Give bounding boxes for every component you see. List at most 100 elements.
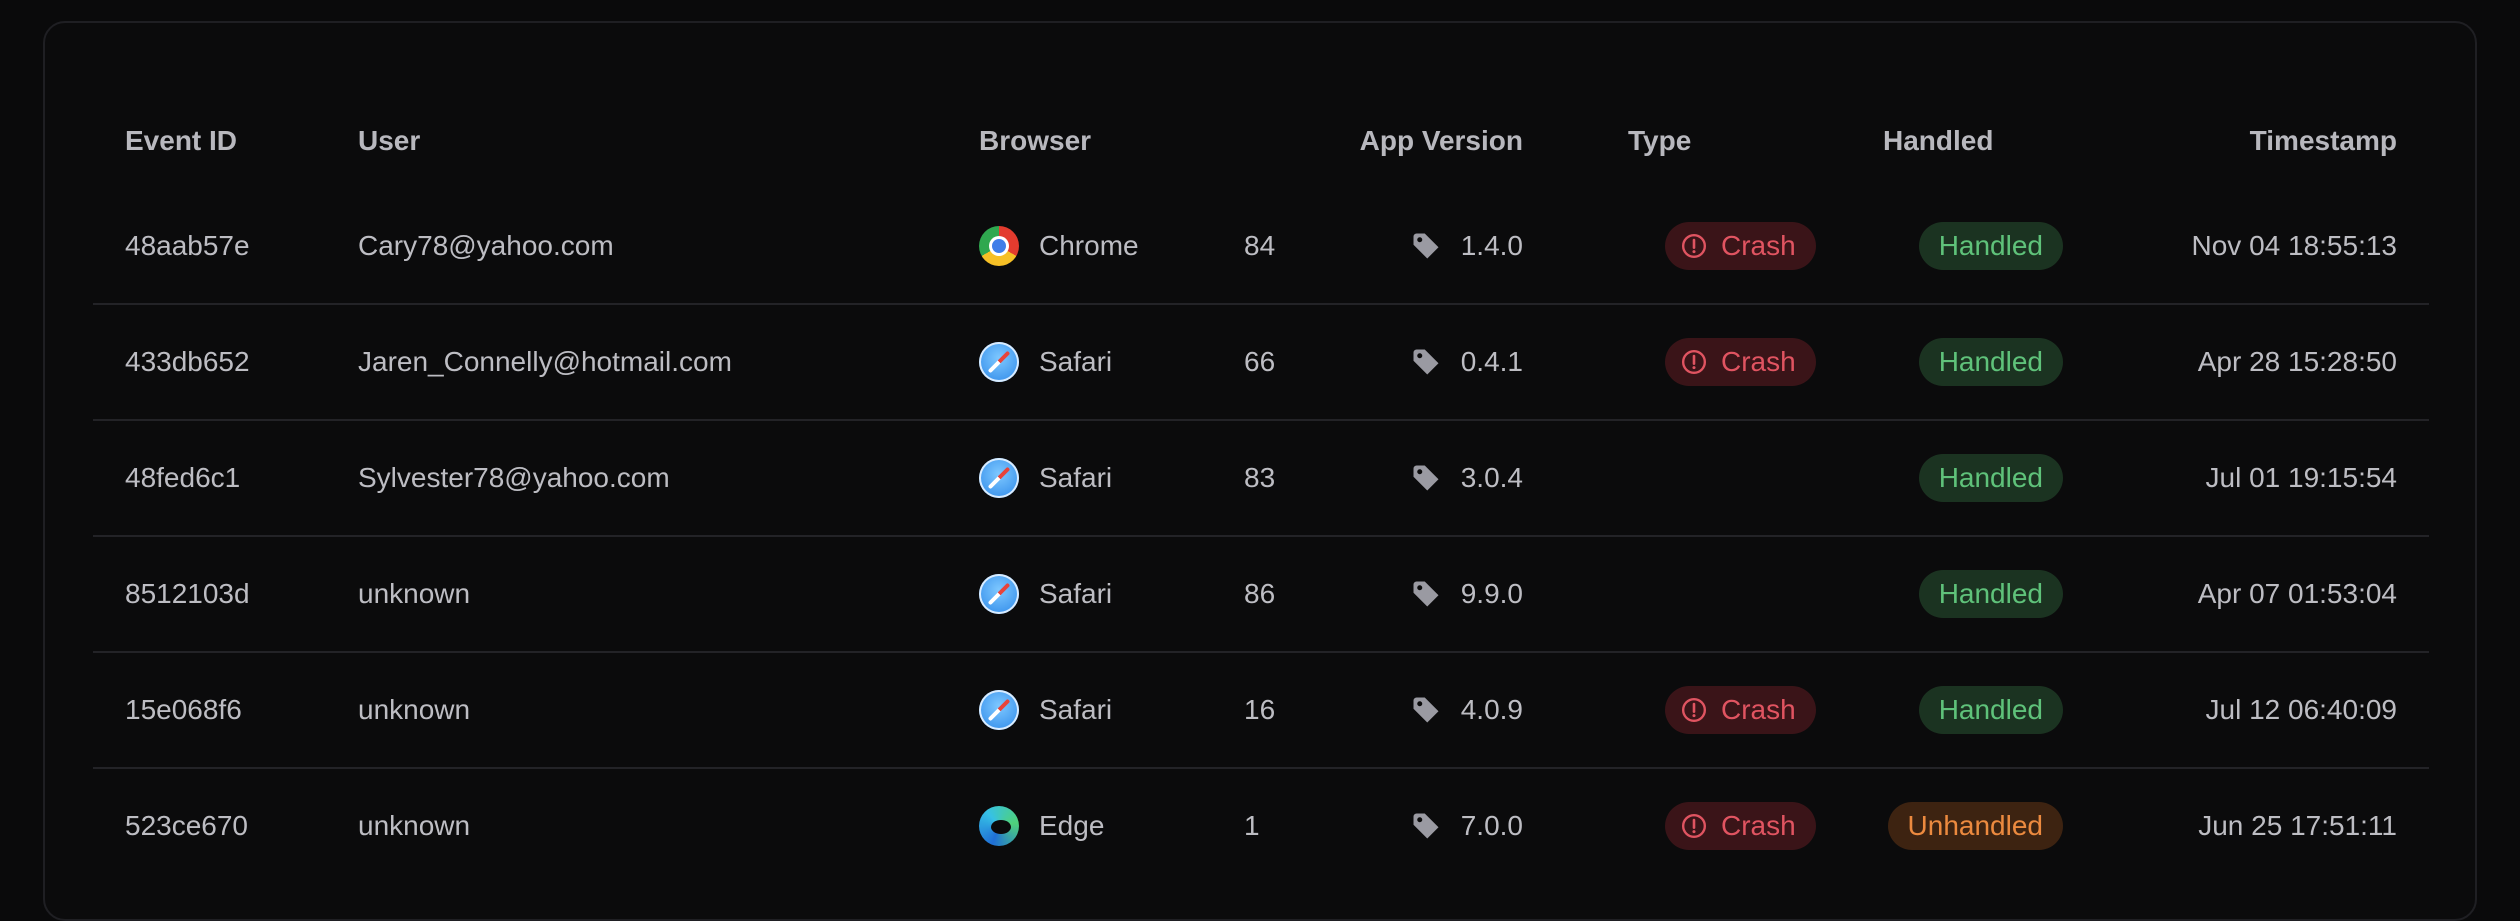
timestamp: Jul 12 06:40:09 [2205, 694, 2398, 725]
event-id-cell[interactable]: 48fed6c1 [125, 421, 240, 535]
event-id[interactable]: 48aab57e [125, 230, 250, 262]
app-version: 1.4.0 [1460, 230, 1523, 261]
safari-icon [979, 690, 1019, 730]
handled-badge: Handled [1918, 686, 2063, 734]
browser-version-cell: 1 [1244, 769, 1260, 883]
event-id[interactable]: 433db652 [125, 346, 250, 378]
event-id[interactable]: 48fed6c1 [125, 462, 240, 494]
handled-cell: Handled [1918, 189, 2063, 303]
browser-version: 1 [1244, 810, 1260, 841]
type-cell: Crash [1665, 769, 1816, 883]
event-id[interactable]: 8512103d [125, 578, 250, 610]
header-event-id[interactable]: Event ID [125, 93, 237, 189]
app-version: 4.0.9 [1460, 694, 1523, 725]
browser-cell: Safari [979, 305, 1112, 419]
browser-cell: Safari [979, 653, 1112, 767]
table-row[interactable]: 15e068f6 unknown Safari 16 4.0.9 Crash H… [93, 651, 2429, 767]
type-label: Crash [1721, 230, 1796, 261]
app-version-cell: 1.4.0 [1411, 189, 1523, 303]
browser-version-cell: 16 [1244, 653, 1275, 767]
user-email: unknown [358, 810, 471, 841]
alert-circle-icon [1681, 233, 1707, 259]
safari-icon [979, 574, 1019, 614]
header-handled[interactable]: Handled [1883, 93, 1993, 189]
user-email: Cary78@yahoo.com [358, 230, 614, 261]
user-cell: Cary78@yahoo.com [358, 189, 614, 303]
events-card: Event ID User Browser App Version Type H… [43, 21, 2477, 921]
crash-badge: Crash [1665, 338, 1816, 386]
app-version-cell: 7.0.0 [1411, 769, 1523, 883]
table-row[interactable]: 433db652 Jaren_Connelly@hotmail.com Safa… [93, 303, 2429, 419]
timestamp: Jul 01 19:15:54 [2205, 462, 2398, 493]
browser-cell: Safari [979, 537, 1112, 651]
tag-icon [1413, 465, 1439, 491]
timestamp-cell: Apr 28 15:28:50 [2198, 305, 2397, 419]
user-cell: unknown [358, 769, 470, 883]
header-user[interactable]: User [358, 93, 420, 189]
type-cell: Crash [1665, 189, 1816, 303]
chrome-icon [979, 226, 1019, 266]
crash-badge: Crash [1665, 686, 1816, 734]
user-cell: unknown [358, 537, 470, 651]
tag-icon [1413, 233, 1439, 259]
table-row[interactable]: 8512103d unknown Safari 86 9.9.0 Handled… [93, 535, 2429, 651]
type-label: Crash [1721, 694, 1796, 725]
app-version: 0.4.1 [1460, 346, 1523, 377]
header-app-version[interactable]: App Version [1360, 93, 1523, 189]
header-browser[interactable]: Browser [979, 93, 1091, 189]
handled-cell: Handled [1918, 537, 2063, 651]
handled-cell: Unhandled [1887, 769, 2063, 883]
tag-icon [1413, 581, 1439, 607]
crash-badge: Crash [1665, 222, 1816, 270]
header-type[interactable]: Type [1628, 93, 1691, 189]
type-cell: Crash [1665, 305, 1816, 419]
timestamp: Jun 25 17:51:11 [2198, 810, 2397, 841]
alert-circle-icon [1681, 813, 1707, 839]
app-version: 3.0.4 [1460, 462, 1523, 493]
event-id-cell[interactable]: 433db652 [125, 305, 250, 419]
event-id[interactable]: 15e068f6 [125, 694, 242, 726]
user-email: Sylvester78@yahoo.com [358, 462, 670, 493]
timestamp-cell: Jul 12 06:40:09 [2206, 653, 2398, 767]
handled-cell: Handled [1918, 653, 2063, 767]
timestamp-cell: Nov 04 18:55:13 [2192, 189, 2398, 303]
user-email: unknown [358, 578, 471, 609]
table-row[interactable]: 523ce670 unknown Edge 1 7.0.0 Crash Unha… [93, 767, 2429, 883]
browser-name: Safari [1039, 346, 1113, 377]
browser-version-cell: 86 [1244, 537, 1275, 651]
event-id-cell[interactable]: 15e068f6 [125, 653, 242, 767]
browser-name: Chrome [1039, 230, 1139, 261]
table-row[interactable]: 48fed6c1 Sylvester78@yahoo.com Safari 83… [93, 419, 2429, 535]
event-id-cell[interactable]: 523ce670 [125, 769, 248, 883]
type-cell: Crash [1665, 653, 1816, 767]
browser-name: Edge [1039, 810, 1105, 841]
browser-cell: Edge [979, 769, 1104, 883]
alert-circle-icon [1681, 349, 1707, 375]
browser-cell: Chrome [979, 189, 1139, 303]
browser-version: 84 [1244, 230, 1276, 261]
browser-name: Safari [1039, 462, 1113, 493]
app-version-cell: 4.0.9 [1411, 653, 1523, 767]
timestamp-cell: Jul 01 19:15:54 [2206, 421, 2398, 535]
handled-badge: Handled [1918, 454, 2063, 502]
app-version-cell: 0.4.1 [1411, 305, 1523, 419]
timestamp: Apr 28 15:28:50 [2197, 346, 2397, 377]
type-label: Crash [1721, 810, 1796, 841]
event-id-cell[interactable]: 8512103d [125, 537, 250, 651]
event-id-cell[interactable]: 48aab57e [125, 189, 250, 303]
user-email: unknown [358, 694, 471, 725]
alert-circle-icon [1681, 697, 1707, 723]
safari-icon [979, 342, 1019, 382]
browser-version-cell: 83 [1244, 421, 1275, 535]
user-cell: unknown [358, 653, 470, 767]
table-row[interactable]: 48aab57e Cary78@yahoo.com Chrome 84 1.4.… [93, 189, 2429, 303]
table-header: Event ID User Browser App Version Type H… [93, 93, 2429, 189]
app-version: 7.0.0 [1460, 810, 1523, 841]
event-id[interactable]: 523ce670 [125, 810, 248, 842]
header-timestamp[interactable]: Timestamp [2250, 93, 2397, 189]
type-label: Crash [1721, 346, 1796, 377]
handled-cell: Handled [1918, 421, 2063, 535]
browser-version-cell: 66 [1244, 305, 1275, 419]
app-version-cell: 3.0.4 [1411, 421, 1523, 535]
tag-icon [1413, 697, 1439, 723]
